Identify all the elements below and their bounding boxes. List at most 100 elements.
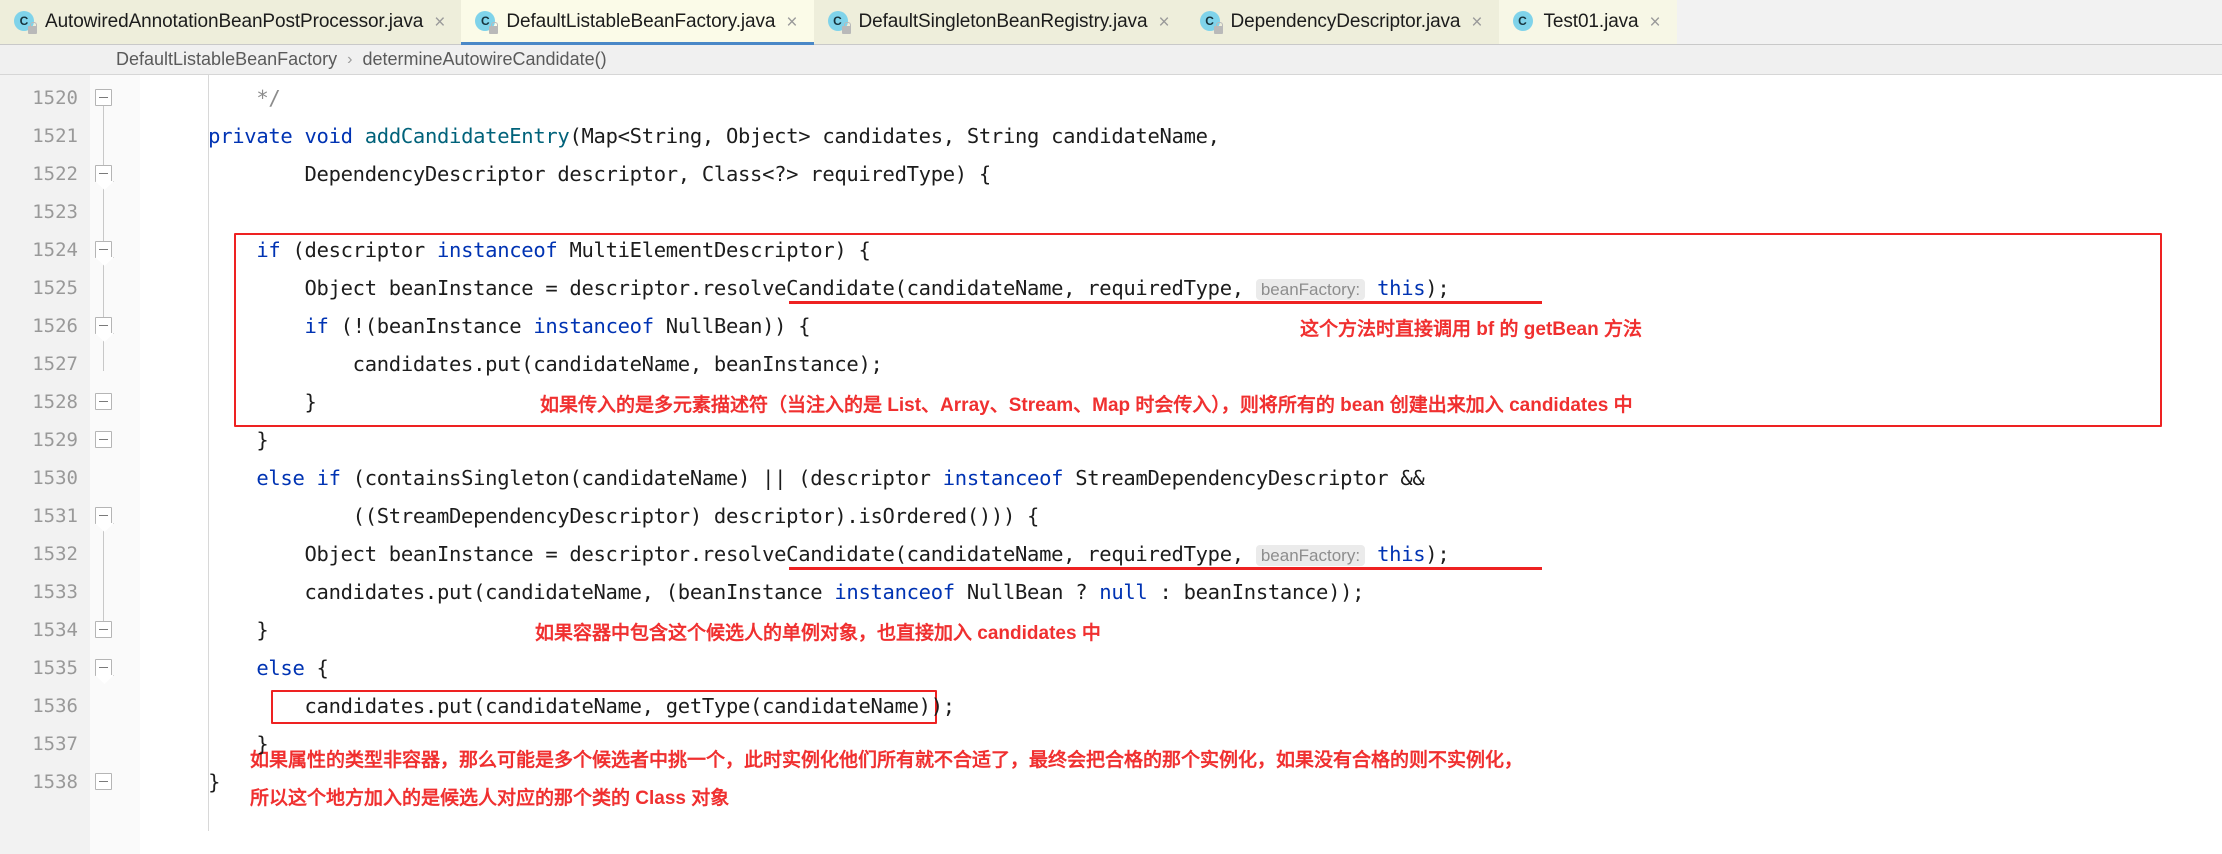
- annotation-text-singleton: 如果容器中包含这个候选人的单例对象，也直接加入 candidates 中: [535, 623, 1101, 644]
- code-fold-toggle[interactable]: [95, 621, 112, 638]
- line-number: 1526: [32, 315, 78, 337]
- line-number: 1536: [32, 695, 78, 717]
- code-token: void: [304, 124, 365, 148]
- code-token: Object beanInstance = descriptor.resolve…: [160, 276, 1256, 300]
- code-token: }: [160, 770, 221, 794]
- editor-tab-1[interactable]: C AutowiredAnnotationBeanPostProcessor.ja…: [0, 0, 462, 44]
- code-line-1529[interactable]: }: [160, 421, 268, 459]
- code-token: candidates.put(candidateName, (beanInsta…: [160, 580, 835, 604]
- code-line-1534[interactable]: }: [160, 611, 268, 649]
- code-token: }: [160, 390, 317, 414]
- editor-tab-bar: C AutowiredAnnotationBeanPostProcessor.ja…: [0, 0, 2222, 45]
- code-token: else: [256, 656, 305, 680]
- breadcrumb-item-method[interactable]: determineAutowireCandidate(): [362, 49, 606, 70]
- minus-icon: [99, 173, 108, 174]
- code-fold-toggle[interactable]: [95, 393, 112, 410]
- code-line-1526[interactable]: if (!(beanInstance instanceof NullBean))…: [160, 307, 811, 345]
- code-token: (Map<String, Object> candidates, String …: [569, 124, 1220, 148]
- close-icon[interactable]: ×: [1650, 13, 1661, 32]
- close-icon[interactable]: ×: [786, 13, 797, 32]
- minus-icon: [99, 401, 108, 402]
- code-token: instanceof: [533, 314, 654, 338]
- editor-tab-label: DefaultSingletonBeanRegistry.java: [858, 11, 1148, 32]
- code-line-1528[interactable]: }: [160, 383, 317, 421]
- code-fold-toggle[interactable]: [95, 165, 112, 182]
- fold-region-line: [103, 523, 104, 637]
- minus-icon: [99, 629, 108, 630]
- minus-icon: [99, 515, 108, 516]
- code-line-1533[interactable]: candidates.put(candidateName, (beanInsta…: [160, 573, 1365, 611]
- breadcrumb: DefaultListableBeanFactory › determineAu…: [0, 45, 2222, 75]
- code-fold-toggle[interactable]: [95, 241, 112, 258]
- code-token: null: [1099, 580, 1148, 604]
- minus-icon: [99, 667, 108, 668]
- code-token: if: [316, 466, 341, 490]
- code-token: private: [208, 124, 305, 148]
- code-token: this: [1377, 276, 1426, 300]
- code-token: if: [304, 314, 329, 338]
- editor-tab-label: Test01.java: [1543, 11, 1639, 32]
- inlay-parameter-hint: beanFactory:: [1255, 545, 1366, 566]
- editor-tab-4[interactable]: C DependencyDescriptor.java ×: [1185, 0, 1499, 44]
- annotation-text-class-1: 如果属性的类型非容器，那么可能是多个候选者中挑一个，此时实例化他们所有就不合适了…: [250, 750, 1524, 771]
- java-class-icon: C: [475, 11, 499, 34]
- code-line-1520[interactable]: */: [160, 79, 280, 117]
- minus-icon: [99, 439, 108, 440]
- code-line-1535[interactable]: else {: [160, 649, 329, 687]
- code-fold-toggle[interactable]: [95, 431, 112, 448]
- code-token: instanceof: [436, 238, 558, 262]
- editor-tab-2[interactable]: C DefaultListableBeanFactory.java ×: [461, 0, 814, 45]
- code-token: DependencyDescriptor descriptor, Class<?…: [160, 162, 992, 186]
- line-number: 1523: [32, 201, 78, 223]
- code-token: : beanInstance));: [1147, 580, 1365, 604]
- code-line-1532[interactable]: Object beanInstance = descriptor.resolve…: [160, 535, 1450, 573]
- code-line-1538[interactable]: }: [160, 763, 220, 801]
- code-editor[interactable]: 1520 1521 1522 1523 1524 1525 1526 1527 1528 1529…: [0, 75, 2222, 854]
- code-line-1522[interactable]: DependencyDescriptor descriptor, Class<?…: [160, 155, 992, 193]
- breadcrumb-item-class[interactable]: DefaultListableBeanFactory: [116, 49, 337, 70]
- code-line-1536[interactable]: candidates.put(candidateName, getType(ca…: [160, 687, 956, 725]
- minus-icon: [99, 325, 108, 326]
- code-fold-toggle[interactable]: [95, 507, 112, 524]
- line-number: 1538: [32, 771, 78, 793]
- code-fold-toggle[interactable]: [95, 773, 112, 790]
- editor-tab-3[interactable]: C DefaultSingletonBeanRegistry.java ×: [813, 0, 1186, 44]
- code-text-area[interactable]: 这个方法时直接调用 bf 的 getBean 方法 如果传入的是多元素描述符（当…: [140, 75, 2222, 854]
- minus-icon: [99, 249, 108, 250]
- code-line-1530[interactable]: else if (containsSingleton(candidateName…: [160, 459, 1424, 497]
- java-class-icon: C: [1512, 11, 1535, 33]
- code-token: candidates.put(candidateName, getType(ca…: [160, 694, 956, 718]
- close-icon[interactable]: ×: [1471, 13, 1482, 32]
- line-number: 1522: [32, 163, 78, 185]
- code-fold-toggle[interactable]: [95, 659, 112, 676]
- code-fold-toggle[interactable]: [95, 89, 112, 106]
- code-token: candidates.put(candidateName, beanInstan…: [160, 352, 883, 376]
- code-line-1527[interactable]: candidates.put(candidateName, beanInstan…: [160, 345, 883, 383]
- code-line-1524[interactable]: if (descriptor instanceof MultiElementDe…: [160, 231, 870, 269]
- code-fold-toggle[interactable]: [95, 317, 112, 334]
- code-line-1521[interactable]: private void addCandidateEntry(Map<Strin…: [160, 117, 1220, 155]
- close-icon[interactable]: ×: [1158, 13, 1169, 32]
- line-number: 1537: [32, 733, 78, 755]
- java-class-icon: C: [1199, 11, 1223, 34]
- code-token: instanceof: [834, 580, 955, 604]
- code-token: NullBean)) {: [653, 314, 811, 338]
- close-icon[interactable]: ×: [434, 13, 445, 32]
- code-line-1525[interactable]: Object beanInstance = descriptor.resolve…: [160, 269, 1450, 307]
- fold-gutter[interactable]: [90, 75, 140, 854]
- line-number: 1524: [32, 239, 78, 261]
- line-number: 1530: [32, 467, 78, 489]
- code-token: }: [160, 428, 269, 452]
- editor-gutter[interactable]: 1520 1521 1522 1523 1524 1525 1526 1527 1528 1529…: [0, 75, 140, 854]
- editor-tab-label: AutowiredAnnotationBeanPostProcessor.jav…: [45, 11, 424, 32]
- code-token: */: [160, 86, 281, 110]
- annotation-text-class-2: 所以这个地方加入的是候选人对应的那个类的 Class 对象: [250, 788, 730, 809]
- code-line-1531[interactable]: ((StreamDependencyDescriptor) descriptor…: [160, 497, 1040, 535]
- lock-icon: [1213, 22, 1223, 34]
- code-token: (containsSingleton(candidateName) || (de…: [340, 466, 943, 490]
- editor-tab-5[interactable]: C Test01.java ×: [1498, 0, 1677, 44]
- lock-icon: [28, 22, 37, 34]
- code-line-1537[interactable]: }: [160, 725, 268, 763]
